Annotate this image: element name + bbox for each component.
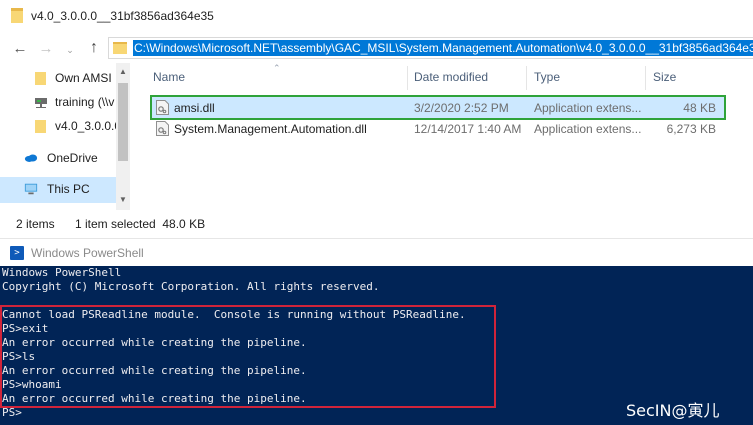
- file-date: 12/14/2017 1:40 AM: [414, 122, 522, 136]
- file-list: ⌃ Name Date modified Type Size amsi.dll …: [140, 63, 753, 210]
- nav-item-label: This PC: [47, 182, 90, 196]
- back-button[interactable]: ←: [10, 38, 30, 58]
- column-header-name[interactable]: Name: [153, 70, 185, 84]
- powershell-window-title: Windows PowerShell: [31, 246, 144, 260]
- column-divider[interactable]: [526, 66, 527, 90]
- onedrive-icon: [24, 154, 38, 162]
- powershell-icon: >: [10, 246, 24, 260]
- highlight-box-errors: [0, 305, 496, 408]
- status-item-count: 2 items: [16, 217, 55, 231]
- scroll-down-icon[interactable]: ▼: [119, 195, 127, 204]
- nav-item-label: Own AMSI: [55, 71, 112, 85]
- column-divider[interactable]: [645, 66, 646, 90]
- powershell-titlebar: > Windows PowerShell: [0, 238, 753, 266]
- column-divider[interactable]: [407, 66, 408, 90]
- this-pc-icon: [24, 183, 38, 195]
- network-drive-icon: [35, 98, 47, 108]
- file-row-system-management-automation-dll[interactable]: System.Management.Automation.dll 12/14/2…: [150, 118, 726, 139]
- folder-icon: [11, 8, 23, 23]
- window-title: v4.0_3.0.0.0__31bf3856ad364e35: [31, 9, 214, 23]
- status-selection: 1 item selected 48.0 KB: [75, 217, 206, 231]
- up-button[interactable]: ↑: [84, 38, 104, 58]
- file-type: Application extens...: [534, 122, 642, 136]
- column-header-date-modified[interactable]: Date modified: [414, 70, 488, 84]
- highlight-box-amsi-dll: [150, 95, 726, 120]
- sort-ascending-icon: ⌃: [273, 63, 281, 73]
- console-prompt[interactable]: PS>: [2, 406, 22, 420]
- scrollbar-thumb[interactable]: [118, 83, 128, 161]
- dll-file-icon: [156, 121, 169, 136]
- column-header-size[interactable]: Size: [653, 70, 676, 84]
- watermark: SecIN@寅儿: [626, 401, 720, 420]
- navigation-pane: Own AMSI training (\\v v4.0_3.0.0.0_ One…: [0, 63, 131, 210]
- forward-button[interactable]: →: [36, 38, 56, 58]
- folder-icon: [35, 120, 46, 133]
- address-path-text[interactable]: C:\Windows\Microsoft.NET\assembly\GAC_MS…: [133, 40, 753, 56]
- explorer-titlebar: v4.0_3.0.0.0__31bf3856ad364e35: [0, 0, 753, 32]
- nav-item-onedrive[interactable]: OneDrive: [0, 146, 116, 170]
- file-name: System.Management.Automation.dll: [174, 122, 367, 136]
- recent-locations-chevron-icon[interactable]: ⌄: [60, 40, 80, 60]
- address-bar[interactable]: C:\Windows\Microsoft.NET\assembly\GAC_MS…: [108, 37, 753, 59]
- nav-item-label: OneDrive: [47, 151, 98, 165]
- nav-item-v4-folder[interactable]: v4.0_3.0.0.0_: [0, 114, 116, 138]
- scroll-up-icon[interactable]: ▲: [119, 67, 127, 76]
- file-size: 6,273 KB: [666, 122, 716, 136]
- file-explorer-window: v4.0_3.0.0.0__31bf3856ad364e35 ← → ⌄ ↑ C…: [0, 0, 753, 238]
- status-bar: 2 items 1 item selected 48.0 KB: [0, 213, 753, 235]
- console-line: Windows PowerShell: [2, 266, 122, 279]
- navigation-pane-scrollbar[interactable]: ▲ ▼: [116, 63, 130, 210]
- folder-icon: [35, 72, 46, 85]
- console-line: Copyright (C) Microsoft Corporation. All…: [2, 280, 380, 293]
- nav-item-training[interactable]: training (\\v: [0, 90, 116, 114]
- folder-icon: [113, 42, 127, 54]
- nav-item-label: training (\\v: [55, 95, 115, 109]
- nav-item-own-amsi[interactable]: Own AMSI: [0, 66, 116, 90]
- nav-item-this-pc[interactable]: This PC: [0, 177, 116, 203]
- nav-item-label: v4.0_3.0.0.0_: [55, 119, 116, 133]
- column-header-type[interactable]: Type: [534, 70, 560, 84]
